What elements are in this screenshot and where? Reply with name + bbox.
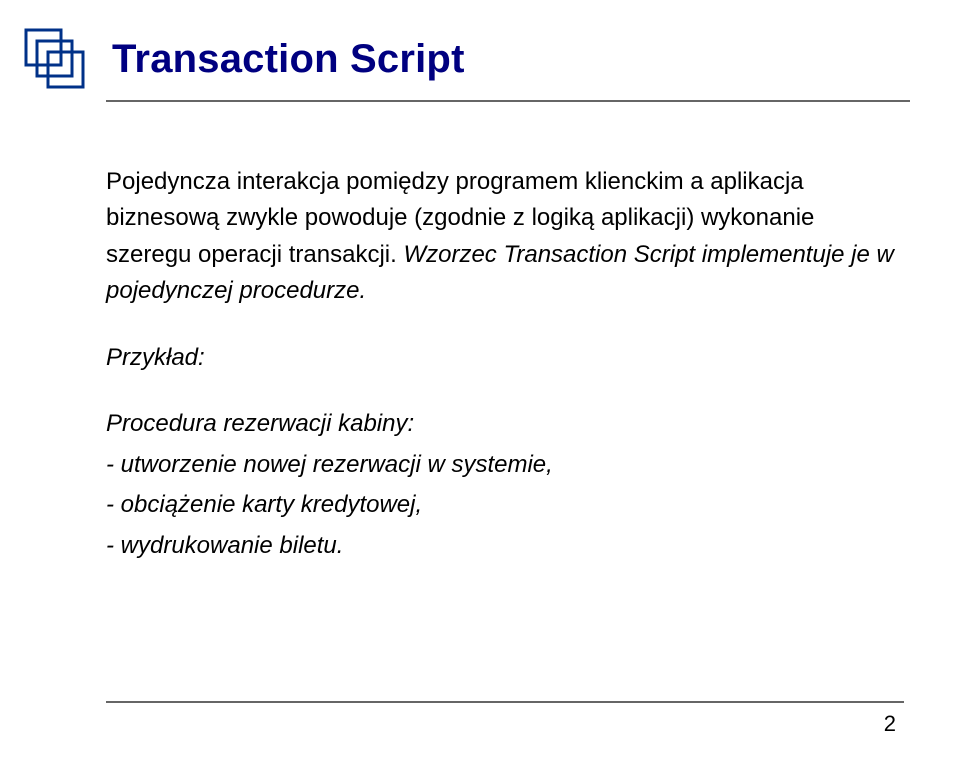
slide-footer: 2 [56,701,904,737]
procedure-label: Procedura rezerwacji kabiny: [106,406,898,442]
slide-title: Transaction Script [112,37,465,82]
stacked-squares-icon [20,24,90,94]
footer-divider [106,701,904,703]
title-divider [106,100,910,102]
list-item: - utworzenie nowej rezerwacji w systemie… [106,447,898,483]
slide: Transaction Script Pojedyncza interakcja… [0,0,960,759]
slide-content: Pojedyncza interakcja pomiędzy programem… [106,164,898,564]
example-label: Przykład: [106,340,898,376]
paragraph-main: Pojedyncza interakcja pomiędzy programem… [106,164,898,310]
list-item: - wydrukowanie biletu. [106,528,898,564]
list-item: - obciążenie karty kredytowej, [106,487,898,523]
slide-header: Transaction Script [20,24,904,94]
page-number: 2 [56,711,904,737]
